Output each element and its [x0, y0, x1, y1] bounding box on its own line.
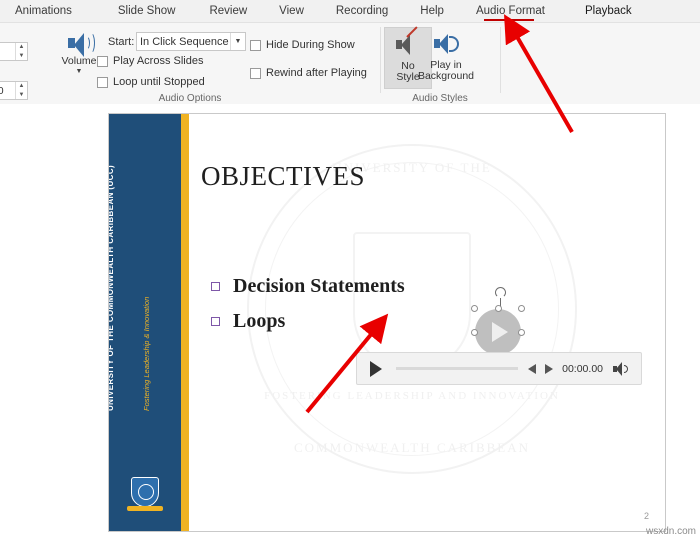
slide-stage: UNIVERSITY OF THE COMMONWEALTH CARIBBEAN…	[0, 104, 700, 539]
sidebar-tagline: Fostering Leadership & Innovation	[142, 296, 151, 411]
audio-player-bar[interactable]: 00:00.00	[356, 352, 642, 385]
tab-review[interactable]: Review	[200, 2, 256, 21]
tab-view[interactable]: View	[270, 2, 313, 21]
tab-playback-underline	[484, 19, 534, 21]
step-back-icon[interactable]	[528, 363, 537, 374]
bullet-item-1[interactable]: Decision Statements	[211, 275, 405, 298]
site-credit: wsxdn.com	[645, 526, 696, 537]
group-audio-options: Audio Options	[0, 23, 380, 105]
tab-animations[interactable]: Animations	[6, 2, 81, 21]
rotate-handle[interactable]	[495, 287, 506, 298]
watermark-bottom-text: COMMONWEALTH CARIBBEAN	[294, 440, 530, 455]
group-audio-options-label: Audio Options	[158, 93, 222, 104]
speaker-icon[interactable]	[613, 361, 631, 376]
audio-progress-track[interactable]	[396, 367, 519, 370]
tab-recording[interactable]: Recording	[327, 2, 397, 21]
resize-handle-n[interactable]	[495, 305, 502, 312]
slide-number: 2	[643, 511, 649, 521]
group-audio-styles-label: Audio Styles	[412, 93, 468, 104]
bullet-square-icon	[211, 282, 220, 291]
slide-accent-stripe	[181, 114, 189, 531]
audio-icon[interactable]	[475, 309, 521, 355]
ribbon: Animations Slide Show Review View Record…	[0, 0, 700, 104]
play-in-background-icon	[431, 31, 461, 57]
resize-handle-e[interactable]	[518, 329, 525, 336]
play-icon[interactable]	[370, 360, 382, 377]
group-separator-right	[500, 27, 501, 93]
step-forward-icon[interactable]	[545, 363, 554, 374]
bullet-item-2[interactable]: Loops	[211, 310, 285, 333]
resize-handle-nw[interactable]	[471, 305, 478, 312]
sidebar-org-text: UNIVERSITY OF THE COMMONWEALTH CARIBBEAN…	[109, 165, 115, 411]
bullet-square-icon	[211, 317, 220, 326]
university-crest-icon	[127, 471, 163, 511]
tab-audio-format[interactable]: Audio Format	[467, 2, 554, 21]
bullet-text: Decision Statements	[233, 275, 405, 297]
play-in-background-button[interactable]: Play in Background	[412, 27, 480, 89]
resize-handle-w[interactable]	[471, 329, 478, 336]
bullet-text: Loops	[233, 310, 286, 332]
tab-help[interactable]: Help	[411, 2, 453, 21]
resize-handle-ne[interactable]	[518, 305, 525, 312]
watermark-mid-text: FOSTERING LEADERSHIP AND INNOVATION	[264, 390, 560, 402]
audio-time-label: 00:00.00	[562, 362, 603, 375]
ribbon-tab-bar: Animations Slide Show Review View Record…	[0, 0, 700, 22]
play-in-background-label-line2: Background	[417, 70, 475, 82]
ribbon-body: 0 ▲▼ .00 ▲▼ Volume ▼ Start: In Click Seq…	[0, 22, 700, 104]
slide-title[interactable]: OBJECTIVES	[201, 161, 365, 192]
tab-slide-show[interactable]: Slide Show	[109, 2, 185, 21]
tab-playback[interactable]: Playback	[576, 2, 641, 21]
slide-canvas[interactable]: UNIVERSITY OF THE COMMONWEALTH CARIBBEAN…	[108, 113, 666, 532]
